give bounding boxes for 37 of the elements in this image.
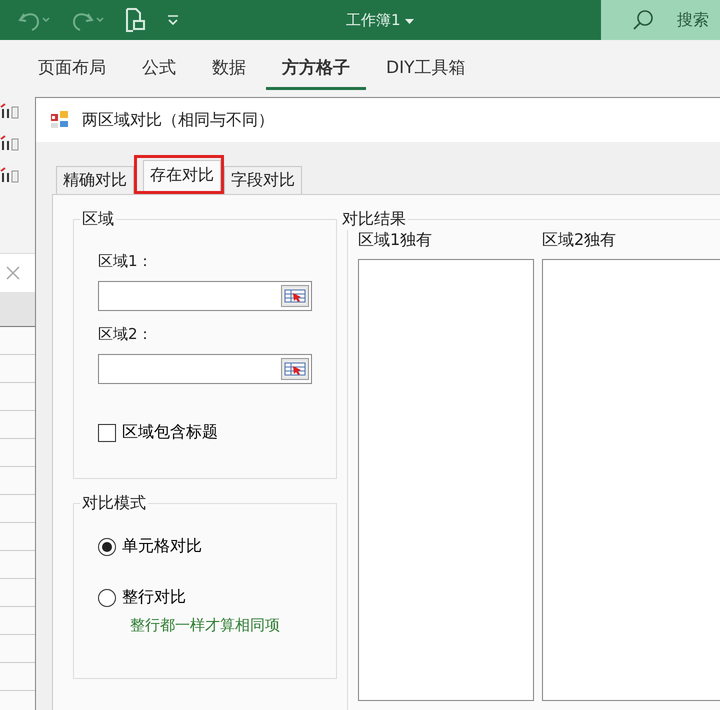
range-picker-icon[interactable] [281,358,309,380]
app-icon [50,110,70,130]
list-label: 区域1独有 [358,230,434,251]
list-label: 区域2独有 [542,230,618,251]
field-label: 区域1： [98,252,154,271]
ribbon-tab[interactable]: 公式 [126,48,192,90]
radio-button[interactable] [98,538,116,556]
search-field[interactable]: 搜索 [601,0,720,40]
range-picker-icon[interactable] [281,285,309,307]
ribbon-command-icon[interactable] [0,103,20,119]
caret-icon[interactable] [405,18,414,24]
group-title: 对比模式 [81,493,147,514]
tab[interactable]: 字段对比 [224,166,302,194]
input-field[interactable] [98,281,312,311]
hint-text: 整行都一样才算相同项 [130,616,281,635]
ribbon-tab[interactable]: DIY工具箱 [370,48,482,90]
checkbox[interactable] [98,424,116,442]
print-preview-icon[interactable] [124,7,146,33]
ribbon-tab[interactable]: 方方格子 [266,48,366,90]
radio-label: 整行对比 [122,587,186,608]
customize-icon[interactable] [166,13,180,27]
group-title: 区域 [81,209,115,230]
workbook-title[interactable]: 工作簿1 [346,10,401,28]
dialog-title: 两区域对比（相同与不同） [82,110,274,130]
tab[interactable]: 精确对比 [56,166,134,194]
input-field[interactable] [98,354,312,384]
radio-button[interactable] [98,588,116,606]
field-label: 区域2： [98,325,154,344]
ribbon-command-icon[interactable] [0,135,20,151]
ribbon-tab[interactable]: 数据 [196,48,262,90]
search-icon [631,8,655,32]
tab[interactable]: 存在对比 [143,160,221,191]
group-title: 对比结果 [341,209,407,230]
ribbon-command-icon[interactable] [0,167,20,183]
radio-label: 单元格对比 [122,536,202,557]
ribbon-tab[interactable]: 页面布局 [22,48,122,90]
checkbox-label: 区域包含标题 [122,422,218,443]
